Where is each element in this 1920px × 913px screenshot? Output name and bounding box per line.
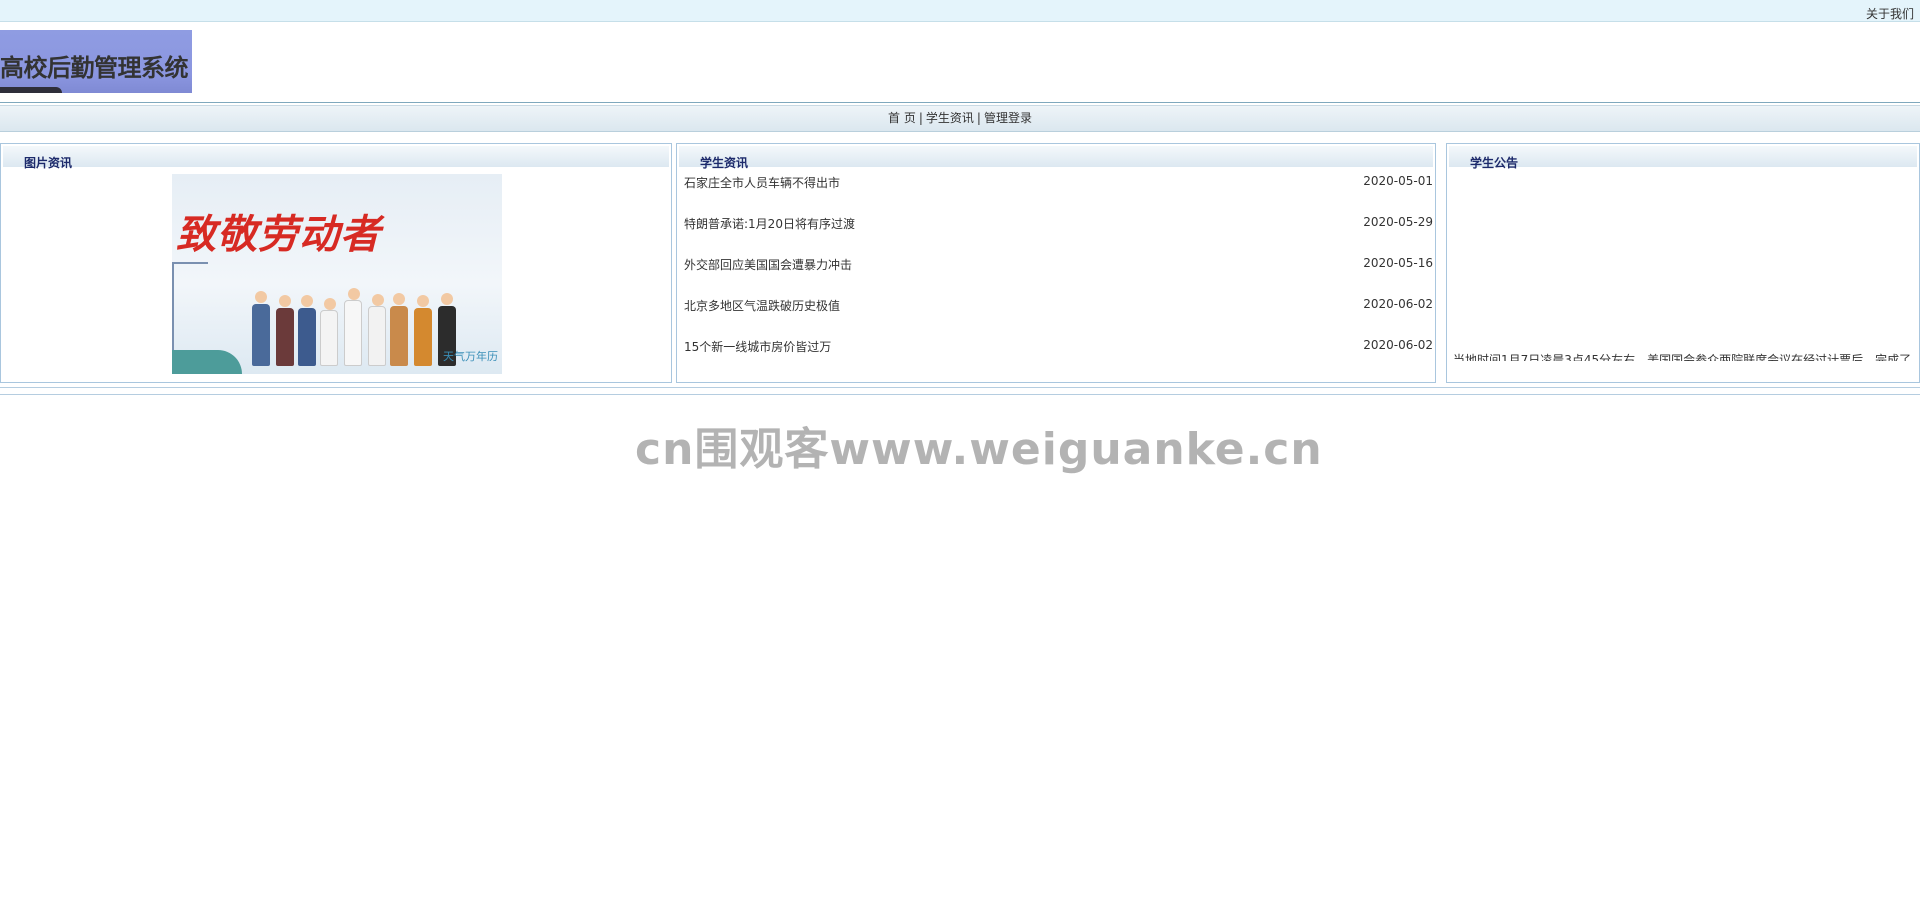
footer-divider <box>0 387 1920 388</box>
nav-separator: | <box>976 111 981 125</box>
worker-figure <box>320 298 338 366</box>
list-item: 15个新一线城市房价皆过万 2020-06-02 <box>684 338 1433 379</box>
student-notice-panel: 学生公告 当地时间1月7日凌晨3点45分左右，美国国会参众两院联席会议在经过计票… <box>1446 143 1920 383</box>
worker-figure <box>252 291 270 366</box>
top-bar: 关于我们 <box>0 0 1920 22</box>
news-title-link[interactable]: 外交部回应美国国会遭暴力冲击 <box>684 256 852 273</box>
image-caption: 天气万年历 <box>443 350 498 363</box>
news-date: 2020-06-02 <box>1363 297 1433 311</box>
panel-header: 学生公告 <box>1449 146 1917 170</box>
list-item: 石家庄全市人员车辆不得出市 2020-05-01 <box>684 174 1433 215</box>
picture-news-image[interactable]: 致敬劳动者 天气万年历 <box>172 174 502 374</box>
nav-separator: | <box>918 111 923 125</box>
ground-graphic <box>172 350 242 374</box>
image-headline: 致敬劳动者 <box>176 211 381 258</box>
main-nav: 首 页 | 学生资讯 | 管理登录 <box>0 105 1920 132</box>
site-logo[interactable]: 高校后勤管理系统 <box>0 30 192 93</box>
news-title-link[interactable]: 北京多地区气温跌破历史极值 <box>684 297 840 314</box>
nav-item-home[interactable]: 首 页 <box>888 111 916 125</box>
news-date: 2020-05-16 <box>1363 256 1433 270</box>
student-news-panel: 学生资讯 石家庄全市人员车辆不得出市 2020-05-01 特朗普承诺:1月20… <box>676 143 1436 383</box>
list-item: 外交部回应美国国会遭暴力冲击 2020-05-16 <box>684 256 1433 297</box>
worker-figure <box>414 295 432 366</box>
news-date: 2020-06-02 <box>1363 338 1433 352</box>
worker-figure <box>368 294 386 366</box>
list-item: 特朗普承诺:1月20日将有序过渡 2020-05-29 <box>684 215 1433 256</box>
panel-title: 学生资讯 <box>700 156 749 170</box>
list-item: 北京多地区气温跌破历史极值 2020-06-02 <box>684 297 1433 338</box>
logo-decoration <box>0 87 62 93</box>
worker-figure <box>344 288 362 366</box>
watermark: cn围观客www.weiguanke.cn <box>635 424 1323 475</box>
worker-figure <box>298 295 316 366</box>
news-title-link[interactable]: 15个新一线城市房价皆过万 <box>684 338 831 355</box>
nav-item-student-news[interactable]: 学生资讯 <box>926 111 974 125</box>
worker-figure <box>390 293 408 366</box>
nav-item-admin-login[interactable]: 管理登录 <box>984 111 1032 125</box>
header: 高校后勤管理系统 <box>0 22 1920 103</box>
news-date: 2020-05-01 <box>1363 174 1433 188</box>
panel-title: 学生公告 <box>1470 156 1519 170</box>
news-date: 2020-05-29 <box>1363 215 1433 229</box>
panel-title: 图片资讯 <box>24 156 73 170</box>
panel-header: 图片资讯 <box>3 146 669 170</box>
news-title-link[interactable]: 石家庄全市人员车辆不得出市 <box>684 174 840 191</box>
about-us-link[interactable]: 关于我们 <box>1866 5 1914 22</box>
picture-news-panel: 图片资讯 致敬劳动者 天气万年历 <box>0 143 672 383</box>
scrolling-notice-text[interactable]: 当地时间1月7日凌晨3点45分左右，美国国会参众两院联席会议在经过计票后，完成了 <box>1453 349 1913 361</box>
worker-figure <box>276 295 294 366</box>
footer-divider <box>0 394 1920 395</box>
panel-header: 学生资讯 <box>679 146 1433 170</box>
news-title-link[interactable]: 特朗普承诺:1月20日将有序过渡 <box>684 215 855 232</box>
news-list: 石家庄全市人员车辆不得出市 2020-05-01 特朗普承诺:1月20日将有序过… <box>684 174 1433 379</box>
system-title: 高校后勤管理系统 <box>0 55 189 82</box>
